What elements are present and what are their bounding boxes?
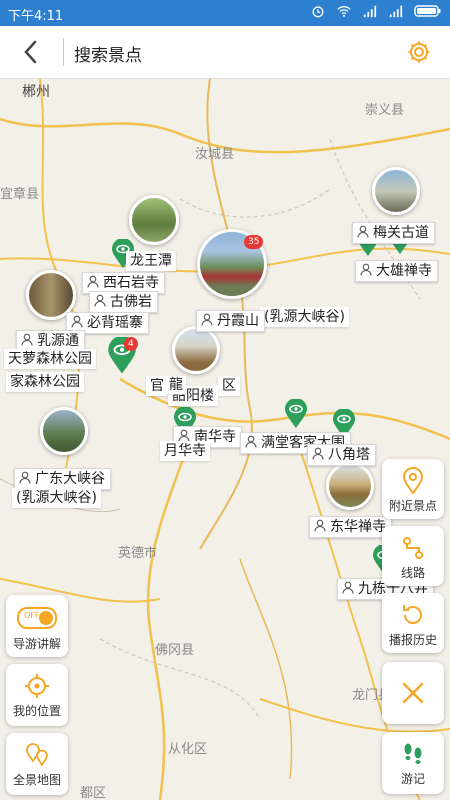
tour-guide-button[interactable]: OFF 导游讲解 bbox=[6, 595, 68, 657]
journal-label: 游记 bbox=[400, 772, 425, 786]
user-icon bbox=[201, 313, 213, 326]
spot-label[interactable]: 大雄禅寺 bbox=[355, 260, 438, 282]
user-icon bbox=[312, 447, 324, 460]
history-button[interactable]: 播报历史 bbox=[382, 593, 444, 653]
map-pin-icon[interactable] bbox=[284, 399, 308, 429]
place-label: 英德市 bbox=[118, 546, 158, 561]
signal-2-icon bbox=[389, 5, 403, 18]
spot-name: 古佛岩 bbox=[110, 294, 152, 310]
user-icon bbox=[71, 315, 83, 328]
signal-icon bbox=[363, 5, 377, 18]
spot-name: 乳源通 bbox=[37, 333, 79, 349]
route-button[interactable]: 线路 bbox=[382, 526, 444, 586]
route-icon bbox=[403, 537, 423, 559]
nearby-label: 附近景点 bbox=[388, 499, 437, 513]
spot-photo[interactable] bbox=[129, 195, 179, 245]
user-icon bbox=[245, 435, 257, 448]
user-icon bbox=[19, 471, 31, 484]
gear-icon[interactable] bbox=[406, 39, 432, 65]
user-icon bbox=[360, 263, 372, 276]
journal-button[interactable]: 游记 bbox=[382, 732, 444, 794]
user-icon bbox=[87, 275, 99, 288]
wifi-icon bbox=[337, 6, 351, 17]
place-label: 都区 bbox=[80, 786, 107, 800]
spot-label[interactable]: 家森林公园 bbox=[6, 372, 84, 392]
spot-name: 八角塔 bbox=[328, 447, 370, 463]
my-location-button[interactable]: 我的位置 bbox=[6, 664, 68, 726]
top-bar: 搜索景点 bbox=[0, 26, 450, 79]
spot-label[interactable]: 广东大峡谷 bbox=[14, 468, 111, 490]
spot-photo[interactable] bbox=[172, 326, 220, 374]
spot-name: 大雄禅寺 bbox=[376, 263, 432, 279]
spot-label[interactable]: 龙王潭 bbox=[126, 251, 176, 271]
user-icon bbox=[21, 333, 33, 346]
map-view[interactable]: 郴州 崇义县 汝城县 宜章县 英德市 佛冈县 龙门县 从化区 都区 35 4 龙… bbox=[0, 79, 450, 800]
user-icon bbox=[342, 581, 354, 594]
place-label: 汝城县 bbox=[195, 147, 235, 162]
spot-label[interactable]: 丹霞山 bbox=[196, 310, 265, 332]
spot-photo[interactable] bbox=[372, 167, 420, 215]
history-label: 播报历史 bbox=[388, 633, 437, 647]
map-pins-icon bbox=[26, 743, 48, 767]
status-bar: 下午4:11 bbox=[0, 0, 450, 26]
route-label: 线路 bbox=[400, 566, 425, 580]
spot-label[interactable]: 古佛岩 bbox=[89, 291, 158, 313]
nearby-button[interactable]: 附近景点 bbox=[382, 459, 444, 519]
spot-name: 广东大峡谷 bbox=[35, 471, 105, 487]
status-time: 下午4:11 bbox=[8, 9, 64, 24]
spot-photo[interactable] bbox=[40, 407, 88, 455]
spot-label[interactable]: 官 bbox=[146, 376, 168, 396]
close-button[interactable] bbox=[382, 662, 444, 724]
spot-name: 西石岩寺 bbox=[103, 275, 159, 291]
history-icon bbox=[403, 605, 422, 624]
battery-icon bbox=[414, 5, 441, 17]
spot-label[interactable]: 月华寺 bbox=[160, 441, 210, 461]
back-icon[interactable] bbox=[18, 37, 46, 67]
spot-label[interactable]: 东华禅寺 bbox=[309, 516, 392, 538]
spot-label[interactable]: 区 bbox=[218, 376, 240, 396]
spot-name: 必背瑶寨 bbox=[87, 315, 143, 331]
spot-photo[interactable] bbox=[326, 462, 374, 510]
header-divider bbox=[63, 38, 64, 66]
toggle-state: OFF bbox=[24, 611, 40, 620]
spot-name: 梅关古道 bbox=[373, 225, 429, 241]
spot-label[interactable]: (乳源大峡谷) bbox=[12, 488, 101, 508]
spot-label[interactable]: (乳源大峡谷) bbox=[260, 307, 349, 327]
place-label: 崇义县 bbox=[365, 103, 405, 118]
panorama-map-button[interactable]: 全景地图 bbox=[6, 733, 68, 795]
toggle-switch[interactable]: OFF bbox=[17, 607, 57, 629]
place-label: 从化区 bbox=[168, 742, 208, 757]
count-badge: 35 bbox=[244, 235, 264, 249]
tour-guide-label: 导游讲解 bbox=[12, 637, 61, 651]
place-label: 佛冈县 bbox=[155, 643, 195, 658]
spot-label[interactable]: 天萝森林公园 bbox=[4, 349, 96, 369]
count-badge: 4 bbox=[124, 337, 138, 351]
spot-name: 丹霞山 bbox=[217, 313, 259, 329]
user-icon bbox=[94, 294, 106, 307]
spot-label[interactable]: 梅关古道 bbox=[352, 222, 435, 244]
user-icon bbox=[314, 519, 326, 532]
search-input[interactable]: 搜索景点 bbox=[74, 41, 142, 66]
location-pin-icon bbox=[402, 467, 424, 495]
my-location-label: 我的位置 bbox=[12, 704, 61, 718]
toggle-knob bbox=[39, 611, 53, 625]
crosshair-icon bbox=[25, 674, 49, 698]
footprints-icon bbox=[404, 743, 422, 764]
panorama-map-label: 全景地图 bbox=[12, 773, 61, 787]
spot-label[interactable]: 龍 bbox=[166, 376, 186, 394]
close-icon bbox=[402, 682, 424, 704]
user-icon bbox=[357, 225, 369, 238]
spot-label[interactable]: 八角塔 bbox=[307, 444, 376, 466]
place-label: 郴州 bbox=[22, 84, 50, 100]
spot-name: 东华禅寺 bbox=[330, 519, 386, 535]
place-label: 宜章县 bbox=[0, 187, 40, 202]
alarm-icon bbox=[312, 6, 324, 18]
